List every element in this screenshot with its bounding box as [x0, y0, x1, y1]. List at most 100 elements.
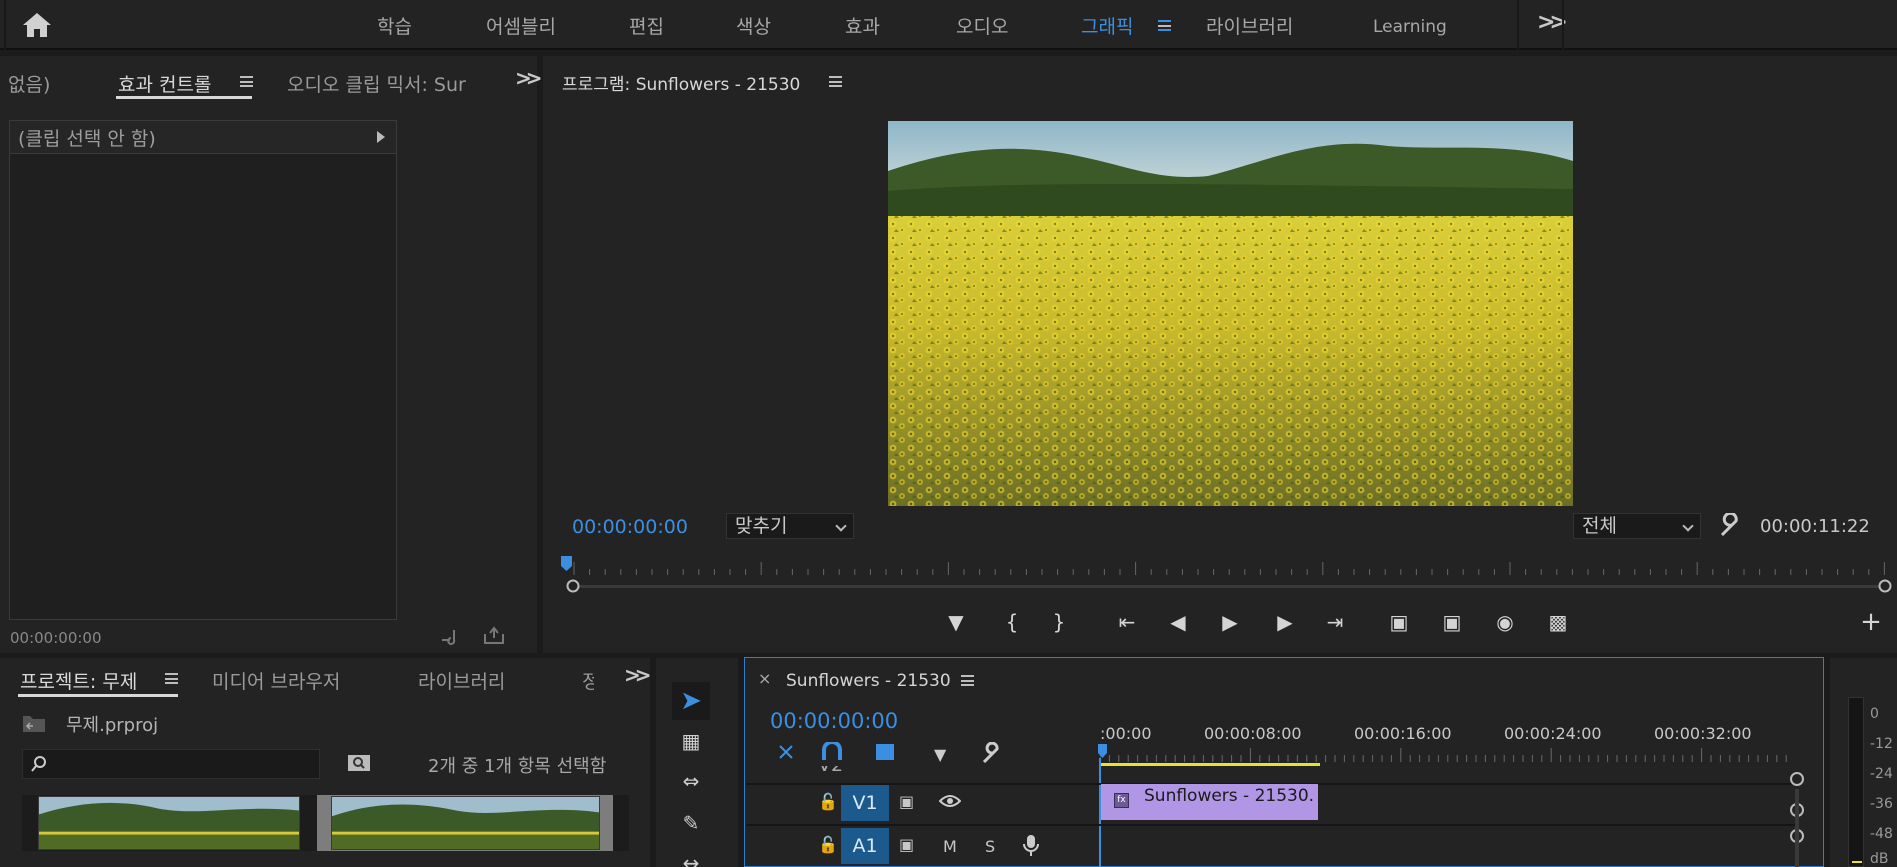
playhead-marker[interactable]: [560, 555, 574, 573]
add-marker-timeline-icon[interactable]: ▼: [934, 745, 946, 764]
track-a1-target[interactable]: A1: [841, 828, 889, 864]
snap-icon: [822, 742, 842, 760]
step-back-icon[interactable]: ◀: [1163, 608, 1193, 636]
v2-label[interactable]: V2: [818, 766, 843, 776]
meter-level-indicator: [1852, 861, 1862, 863]
tab-audio-clip-mixer[interactable]: 오디오 클립 믹서: Sur: [287, 70, 466, 97]
add-marker-icon[interactable]: ▼: [941, 608, 971, 636]
track-v1-target[interactable]: V1: [841, 785, 889, 821]
program-menu-icon[interactable]: [829, 76, 842, 87]
quality-select-value: 전체: [1582, 515, 1617, 537]
program-video-frame: [888, 121, 1573, 506]
step-forward-icon[interactable]: ▶: [1270, 608, 1300, 636]
tab-libraries[interactable]: 라이브러리: [418, 667, 505, 694]
find-icon[interactable]: [347, 752, 371, 774]
quality-select[interactable]: 전체: [1573, 513, 1701, 539]
track-select-tool-icon[interactable]: ▦: [672, 722, 710, 760]
more-workspaces-icon[interactable]: >>: [1537, 10, 1568, 35]
sync-lock-icon[interactable]: ▣: [899, 835, 914, 854]
play-icon[interactable]: ▶: [1215, 608, 1245, 636]
go-to-in-icon[interactable]: ⇤: [1112, 608, 1142, 636]
workspace-learning[interactable]: Learning: [1373, 17, 1447, 37]
selection-tool-icon[interactable]: ➤: [672, 682, 710, 720]
razor-tool-icon[interactable]: ✎: [672, 804, 710, 842]
timeline-timecode[interactable]: 00:00:00:00: [770, 709, 898, 733]
export-icon[interactable]: [482, 624, 506, 646]
workspace-menu-icon[interactable]: [1158, 20, 1171, 31]
chevron-down-icon: [1682, 520, 1694, 532]
project-item-thumbnail-selected[interactable]: [331, 796, 600, 850]
camera-icon[interactable]: ◉: [1490, 608, 1520, 636]
tab-source[interactable]: 없음): [8, 70, 50, 97]
audio-only-icon[interactable]: [440, 626, 464, 646]
lock-icon[interactable]: 🔓: [818, 792, 838, 811]
effect-controls-area: [9, 120, 397, 620]
program-scrub-bar[interactable]: [566, 578, 1892, 594]
workspace-learn[interactable]: 학습: [377, 12, 412, 39]
timeline-time-ruler[interactable]: [1100, 748, 1800, 762]
panel-overflow-icon[interactable]: >>: [515, 66, 542, 90]
track-scroll-handle[interactable]: [1790, 772, 1804, 786]
tab-media-browser[interactable]: 미디어 브라우저: [212, 667, 340, 694]
eye-icon[interactable]: [939, 793, 961, 809]
folder-icon[interactable]: [21, 712, 47, 734]
play-triangle-icon[interactable]: [376, 130, 386, 144]
comparison-view-icon[interactable]: ▩: [1543, 608, 1573, 636]
add-button-icon[interactable]: +: [1856, 608, 1886, 636]
project-item-thumbnail[interactable]: [38, 796, 300, 850]
sequence-tab[interactable]: Sunflowers - 21530: [786, 671, 951, 691]
mute-button[interactable]: M: [943, 837, 957, 856]
ruler-label-1: 00:00:08:00: [1204, 724, 1302, 743]
mark-in-icon[interactable]: {: [997, 608, 1027, 636]
workspace-effects[interactable]: 효과: [845, 12, 880, 39]
slip-tool-icon[interactable]: ↔: [672, 844, 710, 867]
timeline-playhead-marker[interactable]: [1097, 743, 1109, 759]
work-area-bar[interactable]: [1100, 763, 1320, 766]
tab-effect-controls[interactable]: 효과 컨트롤: [118, 70, 211, 97]
tab-project[interactable]: 프로젝트: 무제: [20, 667, 137, 694]
zoom-select[interactable]: 맞추기: [726, 513, 854, 539]
clip-header: (클립 선택 안 함): [9, 120, 397, 154]
workspace-assembly[interactable]: 어셈블리: [486, 12, 556, 39]
meter-label-0: 0: [1870, 706, 1879, 722]
project-search-input[interactable]: [22, 749, 320, 779]
tab-info[interactable]: 정: [582, 667, 594, 694]
program-monitor-title[interactable]: 프로그램: Sunflowers - 21530: [562, 70, 800, 95]
workspace-libraries[interactable]: 라이브러리: [1206, 12, 1293, 39]
active-tab-underline: [18, 694, 178, 697]
project-menu-icon[interactable]: [165, 673, 178, 684]
audio-level-meter: [1848, 697, 1864, 867]
ruler-label-4: 00:00:32:00: [1654, 724, 1752, 743]
extract-icon[interactable]: ▣: [1437, 608, 1467, 636]
ripple-edit-tool-icon[interactable]: ⇔: [672, 762, 710, 800]
home-icon[interactable]: [20, 10, 54, 40]
program-time-ruler[interactable]: [566, 560, 1892, 576]
video-clip[interactable]: fx Sunflowers - 21530.: [1101, 784, 1318, 820]
sync-lock-icon[interactable]: ▣: [899, 792, 914, 811]
timeline-settings-wrench-icon[interactable]: [980, 742, 1004, 766]
meter-label-48: -48: [1870, 826, 1893, 842]
search-icon: [31, 756, 46, 772]
project-file-name: 무제.prproj: [66, 715, 159, 736]
workspace-edit[interactable]: 편집: [629, 12, 664, 39]
workspace-color[interactable]: 색상: [736, 12, 771, 39]
mark-out-icon[interactable]: }: [1044, 608, 1074, 636]
effect-controls-timecode: 00:00:00:00: [10, 629, 102, 647]
solo-button[interactable]: S: [985, 837, 995, 856]
lift-icon[interactable]: ▣: [1384, 608, 1414, 636]
wrench-icon[interactable]: [1718, 513, 1744, 539]
close-sequence-icon[interactable]: ×: [758, 669, 771, 688]
workspace-audio[interactable]: 오디오: [956, 12, 1008, 39]
vertical-scrollbar[interactable]: [1795, 789, 1799, 867]
panel-menu-icon[interactable]: [240, 76, 253, 87]
workspace-bar: 학습 어셈블리 편집 색상 효과 오디오 그래픽 라이브러리 Learning …: [0, 0, 1897, 50]
zoom-select-value: 맞추기: [735, 515, 788, 537]
program-timecode-current[interactable]: 00:00:00:00: [572, 516, 688, 538]
nest-icon: [779, 745, 793, 759]
panel-overflow-icon[interactable]: >>: [624, 663, 651, 687]
microphone-icon[interactable]: [1022, 834, 1040, 858]
lock-icon[interactable]: 🔓: [818, 835, 838, 854]
go-to-out-icon[interactable]: ⇥: [1320, 608, 1350, 636]
workspace-graphics[interactable]: 그래픽: [1081, 12, 1133, 39]
sequence-menu-icon[interactable]: [961, 675, 974, 686]
